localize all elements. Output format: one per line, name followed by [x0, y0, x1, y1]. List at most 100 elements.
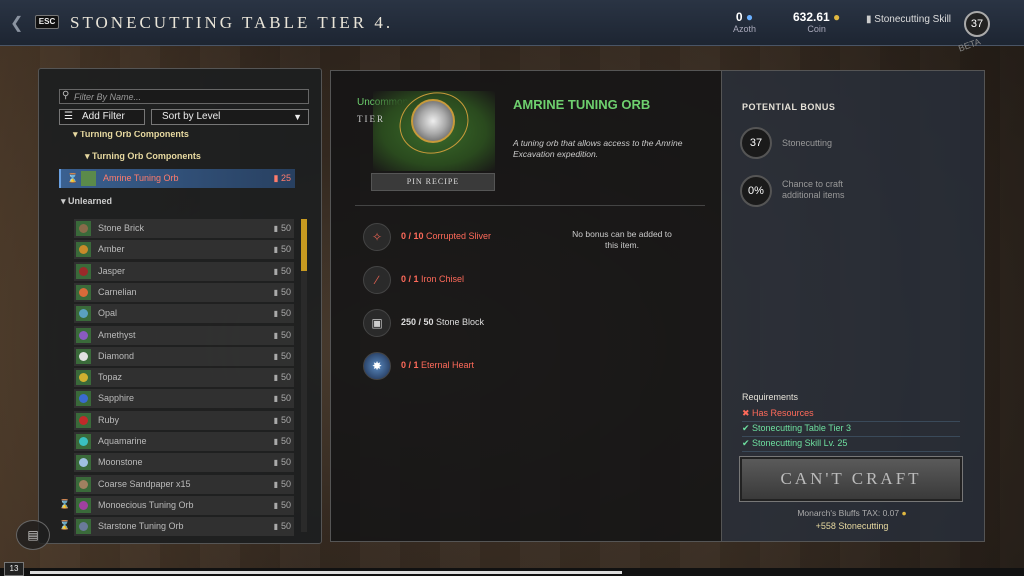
xp-bar-fill	[30, 571, 622, 574]
recipe-row[interactable]: Monoecious Tuning Orb ▮ 50	[74, 495, 294, 515]
sort-dropdown[interactable]: Sort by Level ▼	[151, 109, 309, 125]
recipe-row[interactable]: Amber ▮ 50	[74, 240, 294, 260]
recipe-row[interactable]: Carnelian ▮ 50	[74, 282, 294, 302]
stone-icon: ▮	[273, 373, 278, 383]
filter-input[interactable]	[59, 89, 309, 104]
recipe-thumb	[76, 412, 91, 428]
pin-recipe-button[interactable]: PIN RECIPE	[371, 173, 495, 191]
recipe-name: Sapphire	[98, 393, 135, 404]
stone-icon: ▮	[866, 14, 872, 25]
recipe-cost: ▮ 50	[273, 223, 291, 233]
skill-level-badge: 37	[964, 11, 990, 37]
gem-icon	[79, 522, 88, 532]
subcategory-label: Turning Orb Components	[92, 151, 201, 161]
recipe-cost: ▮ 50	[273, 265, 291, 276]
recipe-name: Stone Brick	[98, 223, 145, 233]
skill-label: Stonecutting Skill	[874, 14, 952, 25]
gem-icon	[79, 500, 88, 510]
requirement-text: Stonecutting Skill Lv. 25	[752, 438, 848, 448]
recipe-cost: ▮ 50	[273, 372, 291, 383]
recipe-cost: ▮ 50	[273, 329, 291, 340]
item-name: AMRINE TUNING ORB	[513, 97, 651, 112]
recipe-row[interactable]: Moonstone ▮ 50	[74, 453, 294, 473]
recipe-name: Carnelian	[98, 286, 137, 297]
back-arrow-icon[interactable]: ❮	[10, 13, 23, 33]
chat-button[interactable]: ▤	[16, 520, 50, 550]
coin-counter: 632.61 ● Coin	[793, 10, 840, 34]
recipe-name: Starstone Tuning Orb	[98, 521, 184, 532]
recipe-row[interactable]: Topaz ▮ 50	[74, 368, 294, 388]
recipe-row[interactable]: Diamond ▮ 50	[74, 346, 294, 366]
recipe-list-panel: ⚲ ☰ Add Filter Sort by Level ▼ ▾ Turning…	[38, 68, 322, 544]
add-filter-button[interactable]: ☰ Add Filter	[59, 109, 145, 125]
gem-icon	[79, 415, 88, 425]
recipe-row[interactable]: Aquamarine ▮ 50	[74, 432, 294, 451]
unlearned-header[interactable]: ▾ Unlearned	[61, 191, 112, 212]
recipe-row-selected[interactable]: ⌛ Amrine Tuning Orb ▮ 25	[59, 169, 295, 188]
ingredient-row[interactable]: ✸ 0 / 1 Eternal Heart	[363, 352, 543, 382]
check-icon: ✔	[742, 423, 753, 433]
gem-icon	[79, 479, 88, 489]
bonus-panel: POTENTIAL BONUS 37 Stonecutting 0% Chanc…	[721, 70, 985, 542]
gem-icon	[79, 394, 88, 404]
stone-icon: ▮	[273, 330, 278, 340]
gem-icon	[79, 245, 88, 255]
craft-button[interactable]: CAN'T CRAFT	[739, 456, 963, 502]
subcategory-header[interactable]: ▾ Turning Orb Components	[85, 146, 201, 167]
recipe-name: Jasper	[98, 265, 126, 276]
skill-bonus-ring: 37	[740, 127, 772, 159]
requirement-line: ✔ Stonecutting Skill Lv. 25	[742, 438, 960, 452]
hourglass-icon: ⌛	[67, 173, 79, 183]
recipe-row[interactable]: Ruby ▮ 50	[74, 410, 294, 430]
divider	[355, 205, 705, 206]
gem-icon	[79, 458, 88, 468]
recipe-name: Amethyst	[98, 329, 136, 340]
recipe-cost: ▮ 50	[273, 393, 291, 404]
recipe-name: Aquamarine	[98, 436, 147, 446]
recipe-name: Moonstone	[98, 457, 143, 468]
gem-icon	[79, 224, 88, 233]
recipe-thumb	[76, 497, 91, 513]
gem-icon	[79, 330, 88, 340]
recipe-thumb	[76, 476, 91, 492]
coin-value: 632.61	[793, 10, 830, 24]
recipe-row[interactable]: Stone Brick ▮ 50	[74, 219, 294, 238]
recipe-cost: ▮ 50	[273, 350, 291, 361]
recipe-name: Diamond	[98, 350, 135, 361]
recipe-thumb	[76, 370, 91, 386]
recipe-row[interactable]: Opal ▮ 50	[74, 304, 294, 324]
item-image	[373, 82, 495, 171]
stone-icon: ▮	[273, 479, 278, 489]
recipe-row[interactable]: Amethyst ▮ 50	[74, 325, 294, 345]
recipe-list: ▾ Turning Orb Components ▾ Turning Orb C…	[39, 131, 323, 536]
recipe-name: Ruby	[98, 414, 120, 425]
check-icon: ✔	[742, 438, 753, 448]
gem-icon	[79, 373, 88, 383]
unlearned-label: Unlearned	[68, 196, 113, 206]
category-header[interactable]: ▾ Turning Orb Components	[73, 131, 189, 145]
recipe-name: Amrine Tuning Orb	[103, 173, 179, 183]
esc-button[interactable]: ESC	[35, 15, 59, 29]
ingredient-row[interactable]: ✧ 0 / 10 Corrupted Sliver	[363, 223, 543, 253]
scrollbar-thumb[interactable]	[301, 219, 307, 271]
recipe-thumb	[76, 434, 91, 449]
recipe-row[interactable]: Sapphire ▮ 50	[74, 389, 294, 409]
recipe-thumb	[76, 519, 91, 535]
stone-icon: ▮	[273, 351, 278, 361]
ingredient-row[interactable]: ▣ 250 / 50 Stone Block	[363, 309, 543, 339]
recipe-row[interactable]: Jasper ▮ 50	[74, 261, 294, 281]
ingredient-text: 0 / 10 Corrupted Sliver	[401, 231, 492, 241]
recipe-row[interactable]: Coarse Sandpaper x15 ▮ 50	[74, 474, 294, 494]
recipe-thumb	[76, 327, 91, 343]
ingredient-text: 250 / 50 Stone Block	[401, 317, 485, 327]
recipe-thumb	[76, 263, 91, 279]
xp-reward: +558 Stonecutting	[815, 521, 889, 531]
ingredient-row[interactable]: ∕ 0 / 1 Iron Chisel	[363, 266, 543, 296]
recipe-cost: ▮ 50	[273, 499, 291, 510]
recipe-row[interactable]: Starstone Tuning Orb ▮ 50	[74, 517, 294, 536]
chance-label: Chance to craft additional items	[782, 179, 845, 200]
recipe-thumb	[76, 221, 91, 236]
recipe-thumb	[81, 171, 96, 186]
ingredient-text: 0 / 1 Iron Chisel	[401, 274, 465, 284]
sort-label: Sort by Level	[162, 111, 221, 122]
